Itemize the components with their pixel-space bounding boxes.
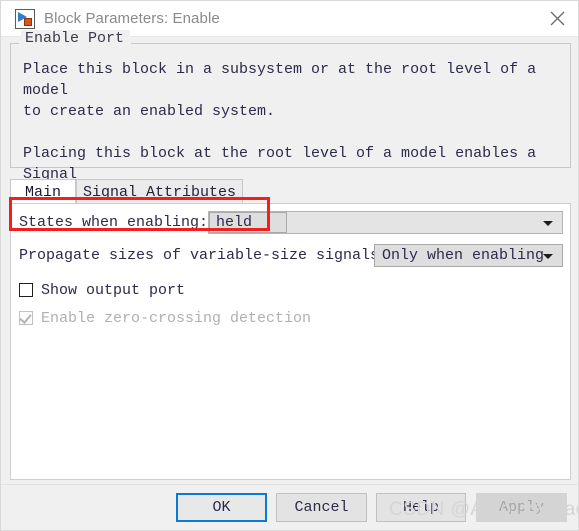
- tab-strip: Main Signal Attributes: [10, 179, 571, 204]
- show-output-port-label: Show output port: [41, 281, 186, 299]
- states-when-enabling-dropdown[interactable]: held: [208, 211, 563, 234]
- enable-port-groupbox: Enable Port Place this block in a subsys…: [10, 30, 571, 204]
- propagate-sizes-row: Propagate sizes of variable-size signals…: [16, 244, 566, 268]
- window-title: Block Parameters: Enable: [44, 10, 220, 27]
- checkbox-box: [19, 311, 33, 325]
- chevron-down-icon: [543, 220, 553, 226]
- close-icon[interactable]: [534, 1, 578, 35]
- checkmark-icon: [19, 311, 32, 324]
- states-when-enabling-value: held: [209, 212, 287, 233]
- ok-button[interactable]: OK: [176, 493, 267, 522]
- states-when-enabling-label: States when enabling:: [19, 214, 209, 231]
- checkbox-box: [19, 283, 33, 297]
- chevron-down-icon: [543, 253, 553, 259]
- groupbox-border-left: [11, 43, 19, 44]
- show-output-port-checkbox[interactable]: Show output port: [19, 279, 185, 301]
- propagate-sizes-label: Propagate sizes of variable-size signals…: [19, 247, 389, 264]
- simulink-block-icon: [15, 8, 35, 29]
- block-parameters-dialog: Block Parameters: Enable Enable Port Pla…: [0, 0, 579, 531]
- cancel-button[interactable]: Cancel: [276, 493, 367, 522]
- enable-zero-crossing-label: Enable zero-crossing detection: [41, 309, 312, 327]
- propagate-sizes-dropdown[interactable]: Only when enabling: [374, 244, 563, 267]
- groupbox-title: Enable Port: [21, 30, 131, 47]
- dialog-button-bar: OK Cancel Help Apply: [1, 484, 578, 530]
- propagate-sizes-value: Only when enabling: [382, 247, 545, 264]
- states-when-enabling-row: States when enabling: held: [16, 211, 563, 235]
- tab-main[interactable]: Main: [10, 179, 76, 204]
- orange-square-shape: [24, 17, 32, 26]
- main-tab-panel: States when enabling: held Propagate siz…: [10, 203, 571, 480]
- apply-button: Apply: [476, 493, 567, 522]
- tab-signal-attributes[interactable]: Signal Attributes: [76, 179, 243, 204]
- enable-zero-crossing-checkbox: Enable zero-crossing detection: [19, 307, 311, 329]
- groupbox-border-right: [131, 43, 570, 44]
- help-button[interactable]: Help: [376, 493, 466, 522]
